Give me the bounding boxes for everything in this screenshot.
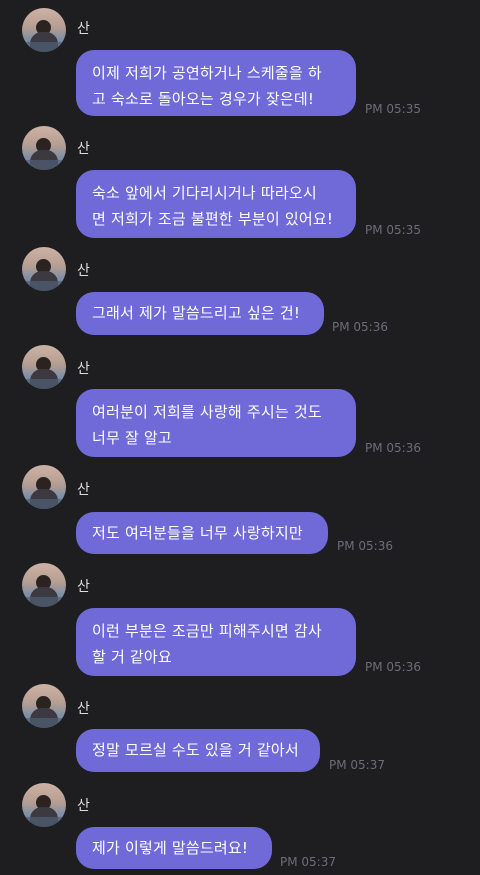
message-bubble[interactable]: 그래서 제가 말씀드리고 싶은 건! — [76, 292, 324, 335]
message-timestamp: PM 05:36 — [332, 320, 388, 334]
avatar[interactable] — [22, 783, 66, 827]
message-timestamp: PM 05:36 — [337, 539, 393, 553]
message-bubble[interactable]: 여러분이 저희를 사랑해 주시는 것도 너무 잘 알고 — [76, 389, 356, 457]
avatar[interactable] — [22, 465, 66, 509]
message-timestamp: PM 05:37 — [329, 758, 385, 772]
sender-name: 산 — [77, 21, 90, 37]
message-bubble[interactable]: 정말 모르실 수도 있을 거 같아서 — [76, 729, 320, 772]
sender-name: 산 — [77, 701, 90, 717]
sender-name: 산 — [77, 141, 90, 157]
message-bubble[interactable]: 이제 저희가 공연하거나 스케줄을 하 고 숙소로 돌아오는 경우가 잦은데! — [76, 50, 356, 116]
message-timestamp: PM 05:36 — [365, 441, 421, 455]
avatar[interactable] — [22, 345, 66, 389]
sender-name: 산 — [77, 482, 90, 498]
message-bubble[interactable]: 이런 부분은 조금만 피해주시면 감사 할 거 같아요 — [76, 608, 356, 676]
sender-name: 산 — [77, 263, 90, 279]
avatar[interactable] — [22, 126, 66, 170]
message-timestamp: PM 05:36 — [365, 660, 421, 674]
avatar[interactable] — [22, 247, 66, 291]
avatar[interactable] — [22, 563, 66, 607]
message-bubble[interactable]: 숙소 앞에서 기다리시거나 따라오시 면 저희가 조금 불편한 부분이 있어요! — [76, 170, 356, 238]
message-timestamp: PM 05:35 — [365, 223, 421, 237]
sender-name: 산 — [77, 579, 90, 595]
message-bubble[interactable]: 저도 여러분들을 너무 사랑하지만 — [76, 512, 328, 554]
message-timestamp: PM 05:37 — [280, 855, 336, 869]
avatar[interactable] — [22, 8, 66, 52]
avatar[interactable] — [22, 684, 66, 728]
message-timestamp: PM 05:35 — [365, 102, 421, 116]
message-bubble[interactable]: 제가 이렇게 말씀드려요! — [76, 827, 272, 869]
sender-name: 산 — [77, 798, 90, 814]
sender-name: 산 — [77, 361, 90, 377]
